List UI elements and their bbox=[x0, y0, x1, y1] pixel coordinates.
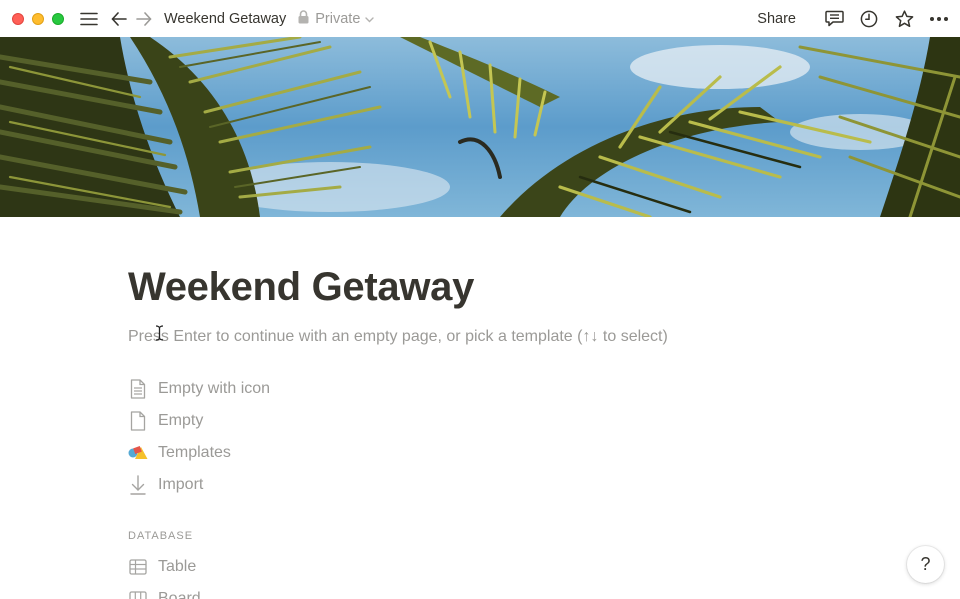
option-board[interactable]: Board bbox=[128, 586, 201, 599]
topbar-actions: Share bbox=[757, 0, 950, 37]
page-title[interactable]: Weekend Getaway bbox=[128, 265, 474, 310]
window-minimize-button[interactable] bbox=[32, 12, 44, 25]
option-import[interactable]: Import bbox=[128, 472, 203, 498]
clock-history-icon[interactable] bbox=[858, 8, 880, 30]
option-label: Import bbox=[158, 476, 204, 493]
privacy-dropdown[interactable]: Private bbox=[298, 9, 375, 28]
text-cursor-icon bbox=[155, 325, 164, 346]
option-empty-with-icon[interactable]: Empty with icon bbox=[128, 376, 270, 402]
table-icon bbox=[128, 557, 148, 577]
arrow-right-icon[interactable] bbox=[133, 8, 155, 30]
option-label: Empty bbox=[158, 412, 204, 429]
page-cover-image[interactable] bbox=[0, 37, 960, 217]
window-close-button[interactable] bbox=[12, 12, 24, 25]
option-table[interactable]: Table bbox=[128, 554, 196, 580]
share-button[interactable]: Share bbox=[757, 11, 796, 27]
option-label: Templates bbox=[158, 444, 231, 461]
board-icon bbox=[128, 589, 148, 599]
star-icon[interactable] bbox=[893, 8, 915, 30]
arrow-left-icon[interactable] bbox=[108, 8, 130, 30]
hamburger-icon[interactable] bbox=[78, 8, 100, 30]
title-bar: Weekend Getaway Private Share bbox=[0, 0, 960, 37]
breadcrumb-page[interactable]: Weekend Getaway bbox=[164, 11, 286, 27]
window-controls bbox=[12, 12, 64, 25]
privacy-label: Private bbox=[315, 10, 361, 27]
comment-icon[interactable] bbox=[823, 8, 845, 30]
arrow-down-icon bbox=[128, 475, 148, 495]
page-lines-icon bbox=[128, 379, 148, 399]
option-empty[interactable]: Empty bbox=[128, 408, 203, 434]
template-hint: Press Enter to continue with an empty pa… bbox=[128, 328, 668, 345]
page-icon bbox=[128, 411, 148, 431]
chevron-down-icon bbox=[365, 11, 375, 27]
more-horizontal-icon[interactable] bbox=[928, 8, 950, 30]
option-label: Table bbox=[158, 558, 197, 575]
option-label: Board bbox=[158, 590, 201, 599]
option-templates[interactable]: Templates bbox=[128, 440, 231, 466]
option-label: Empty with icon bbox=[158, 380, 271, 397]
help-button[interactable]: ? bbox=[907, 546, 944, 583]
palm-leaves-illustration bbox=[0, 37, 960, 217]
window-maximize-button[interactable] bbox=[52, 12, 64, 25]
lock-icon bbox=[298, 9, 309, 28]
shapes-icon bbox=[128, 443, 148, 463]
section-label-database: DATABASE bbox=[128, 530, 194, 542]
